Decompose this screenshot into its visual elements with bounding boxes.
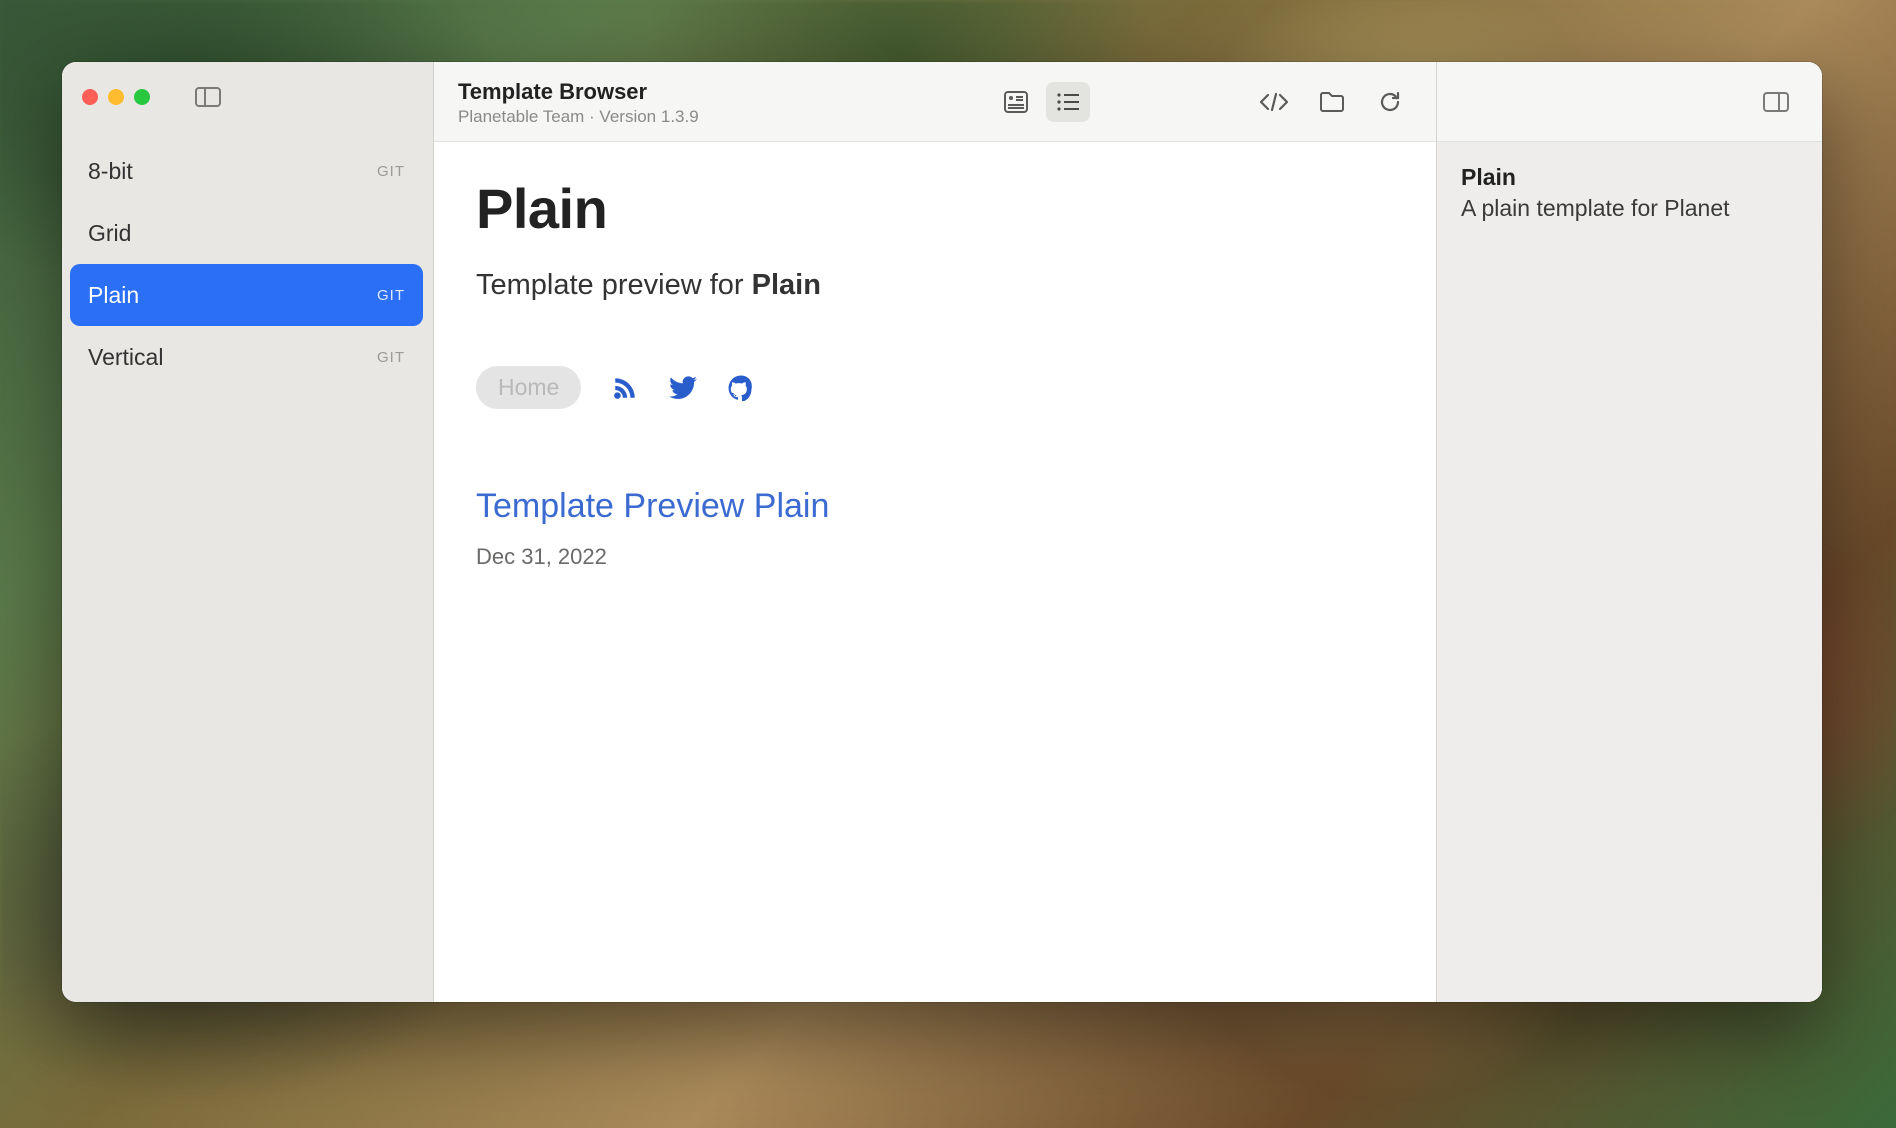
template-description: A plain template for Planet	[1461, 195, 1798, 222]
reveal-folder-button[interactable]	[1310, 82, 1354, 122]
git-badge: GIT	[377, 287, 405, 304]
sidebar-item-plain[interactable]: Plain GIT	[70, 264, 423, 326]
post-date: Dec 31, 2022	[476, 544, 1394, 570]
twitter-icon[interactable]	[669, 374, 697, 402]
post-title-link[interactable]: Template Preview Plain	[476, 487, 1394, 526]
preview-nav: Home	[476, 366, 1394, 409]
view-mode-card-button[interactable]	[994, 82, 1038, 122]
window-subtitle: Planetable Team · Version 1.3.9	[458, 107, 699, 127]
sidebar-item-label: 8-bit	[88, 158, 133, 185]
inspector-panel: Plain A plain template for Planet	[1436, 62, 1822, 1002]
code-button[interactable]	[1252, 82, 1296, 122]
git-badge: GIT	[377, 163, 405, 180]
sidebar-item-vertical[interactable]: Vertical GIT	[70, 326, 423, 388]
inspector-toolbar	[1437, 62, 1822, 142]
template-subheading: Template preview for Plain	[476, 269, 1394, 302]
minimize-window-button[interactable]	[108, 89, 124, 105]
inspector-content: Plain A plain template for Planet	[1437, 142, 1822, 244]
template-list: 8-bit GIT Grid Plain GIT Vertical GIT	[62, 132, 433, 388]
home-pill[interactable]: Home	[476, 366, 581, 409]
toggle-sidebar-button[interactable]	[194, 86, 222, 108]
window-controls	[82, 89, 150, 105]
sidebar-titlebar	[62, 62, 433, 132]
template-heading: Plain	[476, 176, 1394, 241]
sidebar-item-label: Grid	[88, 220, 131, 247]
window-title: Template Browser	[458, 79, 699, 105]
preview-content: Plain Template preview for Plain Home	[434, 142, 1436, 1002]
toggle-inspector-button[interactable]	[1754, 82, 1798, 122]
app-window: 8-bit GIT Grid Plain GIT Vertical GIT Te…	[62, 62, 1822, 1002]
template-name: Plain	[1461, 164, 1798, 191]
sidebar-item-grid[interactable]: Grid	[70, 202, 423, 264]
git-badge: GIT	[377, 349, 405, 366]
github-icon[interactable]	[727, 374, 755, 402]
sidebar-item-label: Plain	[88, 282, 139, 309]
close-window-button[interactable]	[82, 89, 98, 105]
zoom-window-button[interactable]	[134, 89, 150, 105]
sidebar-item-8-bit[interactable]: 8-bit GIT	[70, 140, 423, 202]
main-area: Template Browser Planetable Team · Versi…	[434, 62, 1436, 1002]
toolbar: Template Browser Planetable Team · Versi…	[434, 62, 1436, 142]
view-mode-list-button[interactable]	[1046, 82, 1090, 122]
title-block: Template Browser Planetable Team · Versi…	[458, 77, 699, 127]
sidebar: 8-bit GIT Grid Plain GIT Vertical GIT	[62, 62, 434, 1002]
rss-icon[interactable]	[611, 374, 639, 402]
view-mode-segmented	[994, 82, 1090, 122]
sidebar-item-label: Vertical	[88, 344, 163, 371]
reload-button[interactable]	[1368, 82, 1412, 122]
